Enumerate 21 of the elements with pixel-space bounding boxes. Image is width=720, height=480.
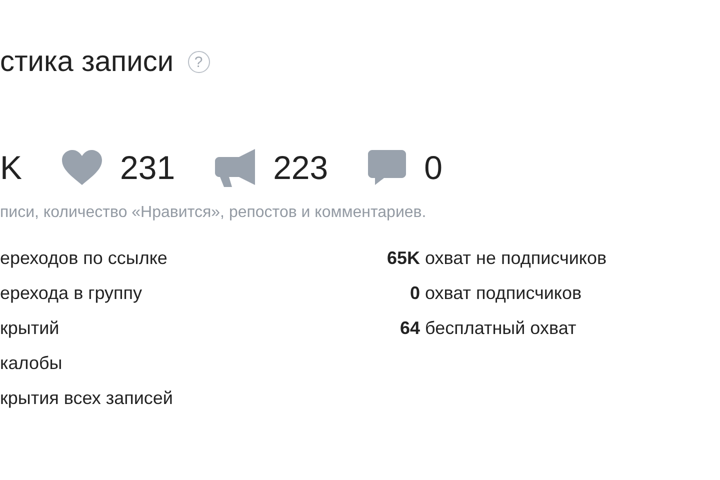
stat-line: ерехода в группу bbox=[0, 282, 143, 305]
stat-line: ереходов по ссылке bbox=[0, 247, 168, 270]
stat-line: крытия всех записей bbox=[0, 387, 174, 410]
stat-value: 0 bbox=[408, 282, 420, 305]
stat-label: бесплатный охват bbox=[425, 317, 578, 340]
likes-count: 231 bbox=[120, 149, 176, 187]
stat-value: 64 bbox=[398, 317, 420, 340]
megaphone-icon bbox=[215, 149, 256, 187]
stat-label: охват подписчиков bbox=[425, 282, 583, 305]
views-count: K bbox=[0, 149, 22, 187]
comment-icon bbox=[368, 150, 406, 186]
stat-value: 65K bbox=[386, 247, 420, 270]
comments-count: 0 bbox=[424, 149, 442, 187]
stat-label: охват не подписчиков bbox=[425, 247, 607, 270]
stat-line: крытий bbox=[0, 317, 60, 340]
stat-line: калобы bbox=[0, 352, 64, 375]
caption: писи, количество «Нравится», репостов и комментариев. bbox=[0, 204, 428, 222]
reposts-count: 223 bbox=[273, 149, 328, 187]
help-icon[interactable]: ? bbox=[188, 51, 210, 73]
page-title: стика записи bbox=[0, 46, 174, 78]
heart-icon bbox=[62, 150, 102, 186]
